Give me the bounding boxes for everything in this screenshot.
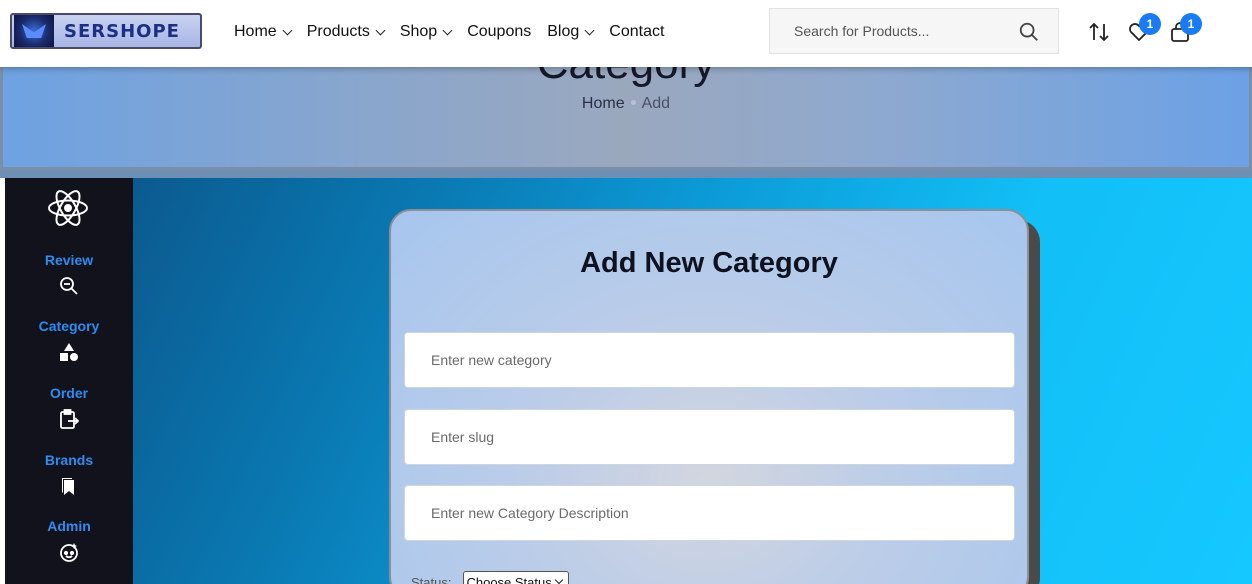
breadcrumb-current: Add xyxy=(641,95,671,112)
breadcrumb-separator-icon xyxy=(630,100,636,105)
logo-emblem-icon xyxy=(14,15,54,47)
sidebar-item-label: Order xyxy=(49,385,89,401)
section-divider xyxy=(0,170,1252,178)
chevron-down-icon xyxy=(282,25,293,35)
shapes-icon xyxy=(60,343,78,361)
breadcrumb-home[interactable]: Home xyxy=(582,95,625,112)
sidebar-item-label: Brands xyxy=(44,452,94,468)
zoom-out-icon xyxy=(60,277,78,295)
nav-contact-label: Contact xyxy=(609,23,665,40)
compare-arrows-icon[interactable] xyxy=(1087,20,1111,44)
sidebar-item-label: Admin xyxy=(47,518,91,534)
status-row: Status: Choose Status xyxy=(411,571,570,584)
sidebar-item-admin[interactable]: Admin xyxy=(5,518,133,562)
sidebar-item-label: Category xyxy=(38,318,100,334)
sidebar-item-category[interactable]: Category xyxy=(5,318,133,362)
nav-home[interactable]: Home xyxy=(234,20,293,44)
slug-input[interactable] xyxy=(404,409,1015,465)
nav-blog-label: Blog xyxy=(547,23,580,40)
sidebar-item-review[interactable]: Review xyxy=(5,252,133,296)
breadcrumb: Home Add xyxy=(3,95,1249,113)
search-icon[interactable] xyxy=(1018,21,1040,43)
chevron-down-icon xyxy=(375,25,386,35)
main-nav: Home Products Shop Coupons Blog Contact xyxy=(234,20,680,44)
nav-contact[interactable]: Contact xyxy=(609,20,664,44)
sidebar-item-brands[interactable]: Brands xyxy=(5,452,133,496)
search-bar xyxy=(769,8,1059,54)
nav-coupons-label: Coupons xyxy=(467,23,532,40)
form-title: Add New Category xyxy=(580,247,838,279)
search-input[interactable] xyxy=(770,23,1010,39)
wishlist-count-badge: 1 xyxy=(1139,13,1161,35)
nav-coupons[interactable]: Coupons xyxy=(467,20,531,44)
clipboard-arrow-icon xyxy=(60,409,79,429)
status-select[interactable]: Choose Status xyxy=(463,571,570,584)
admin-sidebar: Review Category Order Brands Admin xyxy=(5,178,133,584)
status-select-value: Choose Status xyxy=(466,574,552,584)
chevron-down-icon xyxy=(584,25,595,35)
site-header: SERSHOPE Home Products Shop Coupons Blog… xyxy=(0,0,1252,67)
nav-home-label: Home xyxy=(234,23,277,40)
nav-blog[interactable]: Blog xyxy=(547,20,595,44)
cart-count-badge: 1 xyxy=(1180,13,1202,35)
logo-text: SERSHOPE xyxy=(64,20,180,42)
status-label: Status: xyxy=(411,574,452,584)
sidebar-item-label: Review xyxy=(44,252,94,268)
site-logo[interactable]: SERSHOPE xyxy=(10,13,202,49)
user-sparkle-icon xyxy=(60,543,78,562)
main-content: Add New Category Status: Choose Status xyxy=(133,178,1252,584)
page-title: Category xyxy=(3,67,1249,89)
react-atom-icon[interactable] xyxy=(46,188,90,228)
sidebar-item-order[interactable]: Order xyxy=(5,385,133,429)
category-description-input[interactable] xyxy=(404,485,1015,541)
nav-products[interactable]: Products xyxy=(306,20,386,44)
nav-shop[interactable]: Shop xyxy=(399,20,453,44)
add-category-form: Add New Category Status: Choose Status xyxy=(389,209,1029,584)
chevron-down-icon xyxy=(554,575,563,584)
bookmarks-icon xyxy=(62,478,74,495)
chevron-down-icon xyxy=(442,25,453,35)
nav-shop-label: Shop xyxy=(399,23,438,40)
nav-products-label: Products xyxy=(306,23,370,40)
page-banner: Category Home Add xyxy=(0,67,1252,170)
category-name-input[interactable] xyxy=(404,332,1015,388)
